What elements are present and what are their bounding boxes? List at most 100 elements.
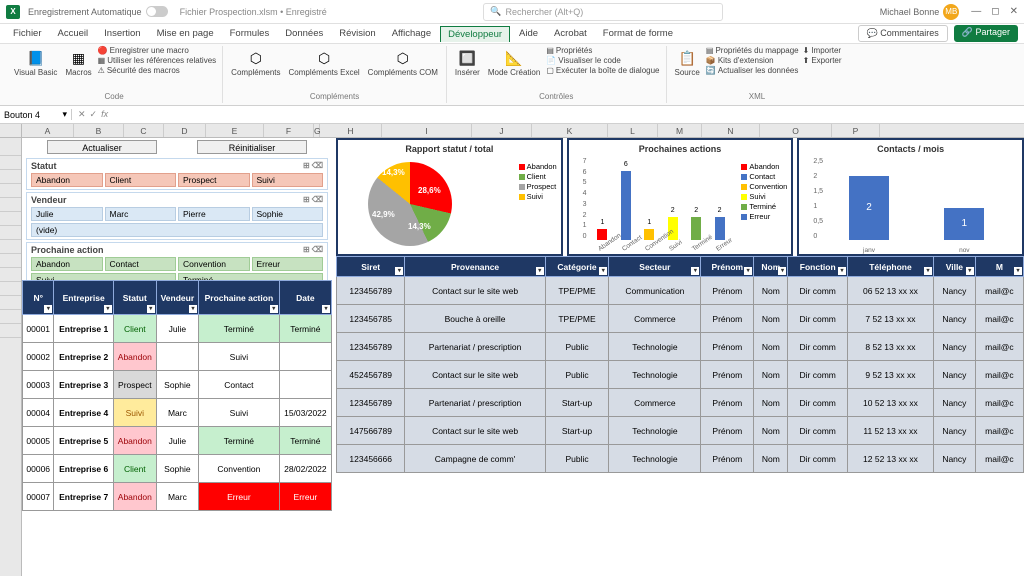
chevron-down-icon[interactable]: ▾: [62, 109, 67, 120]
filter-icon[interactable]: ▾: [536, 267, 544, 275]
design-mode-button[interactable]: 📐Mode Création: [486, 46, 542, 79]
row-7[interactable]: [0, 226, 21, 240]
slicer-item[interactable]: (vide): [31, 223, 323, 237]
visual-basic-button[interactable]: 📘Visual Basic: [12, 46, 59, 79]
col-header[interactable]: Siret▾: [337, 257, 405, 277]
fx-icon[interactable]: fx: [101, 109, 108, 120]
map-props-button[interactable]: ▤ Propriétés du mappage: [706, 46, 799, 55]
table-row[interactable]: 00003Entreprise 3ProspectSophieContact: [23, 371, 332, 399]
excel-addins-button[interactable]: ⬡Compléments Excel: [287, 46, 362, 79]
filter-icon[interactable]: ▾: [966, 267, 974, 275]
run-dialog-button[interactable]: ▢ Exécuter la boîte de dialogue: [546, 66, 659, 75]
slicer-item[interactable]: Convention: [178, 257, 250, 271]
tab-acrobat[interactable]: Acrobat: [547, 26, 594, 41]
filter-icon[interactable]: ▾: [838, 267, 846, 275]
close-icon[interactable]: ✕: [1010, 6, 1018, 17]
tab-données[interactable]: Données: [278, 26, 330, 41]
maximize-icon[interactable]: ◻: [991, 6, 999, 17]
pie-chart[interactable]: Rapport statut / total 28,6% 14,3% 42,9%…: [336, 138, 563, 256]
refresh-data-button[interactable]: 🔄 Actualiser les données: [706, 66, 799, 75]
row-8[interactable]: [0, 240, 21, 254]
slicer-item[interactable]: Sophie: [252, 207, 324, 221]
row-3[interactable]: [0, 170, 21, 184]
col-header[interactable]: Provenance▾: [405, 257, 545, 277]
col-M[interactable]: M: [658, 124, 702, 137]
tab-développeur[interactable]: Développeur: [440, 26, 510, 42]
col-P[interactable]: P: [832, 124, 880, 137]
col-header[interactable]: Nom▾: [754, 257, 788, 277]
slicer-item[interactable]: Erreur: [252, 257, 324, 271]
bar-chart-actions[interactable]: Prochaines actions 01234567 161222 Aband…: [567, 138, 794, 256]
properties-button[interactable]: ▤ Propriétés: [546, 46, 659, 55]
macros-button[interactable]: ▦Macros: [63, 46, 93, 79]
filter-icon[interactable]: ▾: [147, 305, 155, 313]
col-header[interactable]: Entreprise▾: [54, 281, 113, 315]
slicer-item[interactable]: Julie: [31, 207, 103, 221]
comments-button[interactable]: 💬 Commentaires: [858, 25, 948, 42]
col-O[interactable]: O: [760, 124, 832, 137]
tab-affichage[interactable]: Affichage: [385, 26, 438, 41]
view-code-button[interactable]: 📄 Visualiser le code: [546, 56, 659, 65]
table-row[interactable]: 123456789Partenariat / prescriptionStart…: [337, 389, 1024, 417]
filter-icon[interactable]: ▾: [1014, 267, 1022, 275]
col-H[interactable]: H: [320, 124, 382, 137]
export-button[interactable]: ⬆ Exporter: [803, 56, 842, 65]
filter-icon[interactable]: ▾: [924, 267, 932, 275]
col-header[interactable]: Vendeur▾: [156, 281, 198, 315]
slicer-item[interactable]: Abandon: [31, 173, 103, 187]
col-header[interactable]: Téléphone▾: [847, 257, 933, 277]
col-C[interactable]: C: [124, 124, 164, 137]
tab-mise-en-page[interactable]: Mise en page: [150, 26, 221, 41]
filter-icon[interactable]: ▾: [778, 267, 786, 275]
col-header[interactable]: M▾: [975, 257, 1023, 277]
row-9[interactable]: [0, 254, 21, 268]
row-14[interactable]: [0, 324, 21, 338]
xml-source-button[interactable]: 📋Source: [673, 46, 702, 79]
row-4[interactable]: [0, 184, 21, 198]
table-row[interactable]: 123456789Contact sur le site webTPE/PMEC…: [337, 277, 1024, 305]
tab-fichier[interactable]: Fichier: [6, 26, 49, 41]
tab-format-de-forme[interactable]: Format de forme: [596, 26, 680, 41]
col-D[interactable]: D: [164, 124, 206, 137]
col-J[interactable]: J: [472, 124, 532, 137]
toggle-icon[interactable]: [146, 6, 168, 17]
col-A[interactable]: A: [22, 124, 74, 137]
table-row[interactable]: 123456789Partenariat / prescriptionPubli…: [337, 333, 1024, 361]
cancel-formula-icon[interactable]: ✕: [78, 109, 86, 120]
col-header[interactable]: Fonction▾: [788, 257, 847, 277]
col-header[interactable]: Statut▾: [113, 281, 156, 315]
addins-button[interactable]: ⬡Compléments: [229, 46, 282, 79]
com-addins-button[interactable]: ⬡Compléments COM: [366, 46, 440, 79]
slicer-item[interactable]: Client: [105, 173, 177, 187]
filter-icon[interactable]: ▾: [322, 305, 330, 313]
table-row[interactable]: 147566789Contact sur le site webStart-up…: [337, 417, 1024, 445]
import-button[interactable]: ⬇ Importer: [803, 46, 842, 55]
col-B[interactable]: B: [74, 124, 124, 137]
col-header[interactable]: Prénom▾: [701, 257, 754, 277]
filter-icon[interactable]: ▾: [599, 267, 607, 275]
col-N[interactable]: N: [702, 124, 760, 137]
filter-icon[interactable]: ▾: [395, 267, 403, 275]
relative-refs-button[interactable]: ▦ Utiliser les références relatives: [98, 56, 217, 65]
filter-icon[interactable]: ▾: [691, 267, 699, 275]
slicer-item[interactable]: Prospect: [178, 173, 250, 187]
table-row[interactable]: 00001Entreprise 1ClientJulieTerminéTermi…: [23, 315, 332, 343]
filter-icon[interactable]: ▾: [44, 305, 52, 313]
clear-filter-icon[interactable]: ⌫: [312, 161, 323, 171]
table-row[interactable]: 00007Entreprise 7AbandonMarcErreurErreur: [23, 483, 332, 511]
slicer-item[interactable]: Pierre: [178, 207, 250, 221]
row-13[interactable]: [0, 310, 21, 324]
multiselect-icon[interactable]: ⊞: [303, 195, 310, 205]
slicer-item[interactable]: Suivi: [252, 173, 324, 187]
insert-control-button[interactable]: 🔲Insérer: [453, 46, 482, 79]
filter-icon[interactable]: ▾: [744, 267, 752, 275]
table-row[interactable]: 00006Entreprise 6ClientSophieConvention2…: [23, 455, 332, 483]
slicer-item[interactable]: Marc: [105, 207, 177, 221]
record-macro-button[interactable]: 🔴 Enregistrer une macro: [98, 46, 217, 55]
bar-chart-contacts[interactable]: Contacts / mois 00,511,522,5 21 janvnov: [797, 138, 1024, 256]
filter-icon[interactable]: ▾: [189, 305, 197, 313]
filter-icon[interactable]: ▾: [104, 305, 112, 313]
filter-icon[interactable]: ▾: [270, 305, 278, 313]
col-F[interactable]: F: [264, 124, 314, 137]
reset-button[interactable]: Réinitialiser: [197, 140, 307, 154]
